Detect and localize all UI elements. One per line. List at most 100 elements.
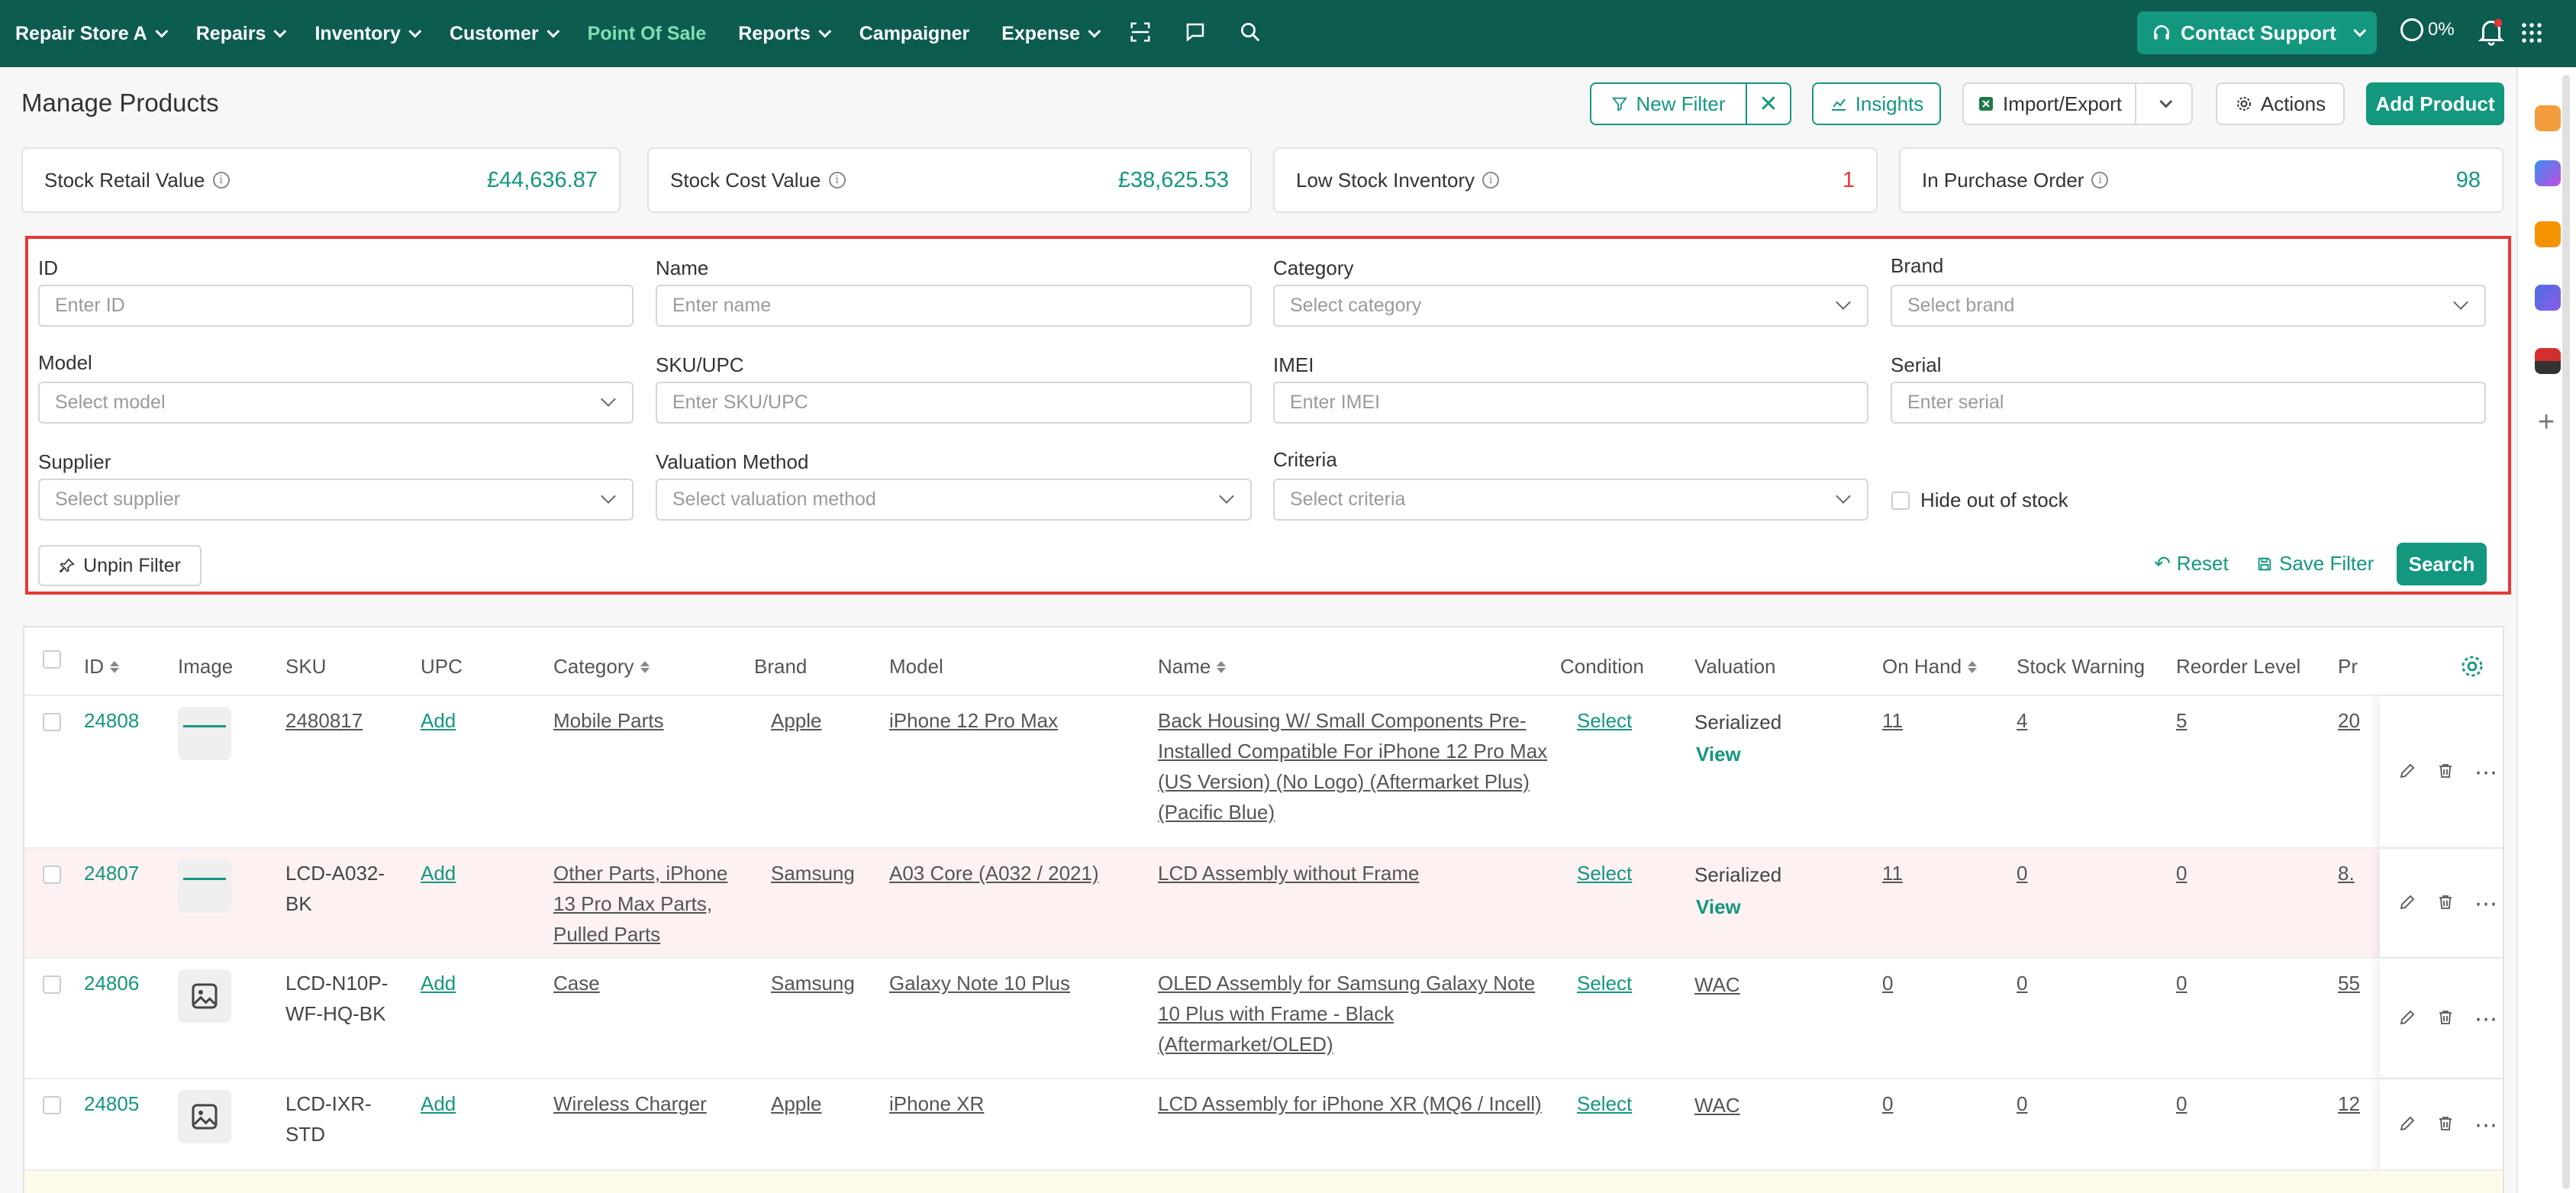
more-options-icon[interactable]: ⋯ bbox=[2474, 1006, 2498, 1033]
product-id-link[interactable]: 24805 bbox=[84, 1088, 139, 1119]
progress-indicator[interactable]: 0% bbox=[2400, 18, 2455, 41]
reorder-level-link[interactable]: 5 bbox=[2176, 705, 2187, 736]
import-export-dropdown[interactable] bbox=[2135, 82, 2193, 125]
contact-support-button[interactable]: Contact Support bbox=[2137, 11, 2377, 54]
add-upc-link[interactable]: Add bbox=[421, 968, 456, 998]
trash-icon[interactable] bbox=[2436, 1114, 2455, 1137]
unpin-filter-button[interactable]: Unpin Filter bbox=[38, 545, 202, 586]
sort-icon[interactable] bbox=[110, 660, 119, 673]
table-settings-button[interactable] bbox=[2459, 653, 2485, 683]
product-name-link[interactable]: LCD Assembly without Frame bbox=[1158, 858, 1555, 888]
condition-select-link[interactable]: Select bbox=[1577, 968, 1632, 998]
category-link[interactable]: Other Parts, iPhone 13 Pro Max Parts, Pu… bbox=[553, 858, 744, 950]
imei-input[interactable]: Enter IMEI bbox=[1273, 382, 1868, 424]
shield-icon[interactable] bbox=[2535, 285, 2561, 311]
select-all-checkbox[interactable] bbox=[43, 650, 61, 669]
info-icon[interactable]: i bbox=[2091, 172, 2109, 189]
nav-item-customer[interactable]: Customer bbox=[450, 23, 559, 45]
sort-icon[interactable] bbox=[640, 660, 650, 673]
condition-select-link[interactable]: Select bbox=[1577, 705, 1632, 736]
reorder-level-link[interactable]: 0 bbox=[2176, 968, 2187, 998]
column-header-name[interactable]: Name bbox=[1158, 655, 1227, 679]
on-hand-link[interactable]: 0 bbox=[1882, 968, 1893, 998]
column-header-id[interactable]: ID bbox=[84, 655, 119, 679]
stock-warning-link[interactable]: 0 bbox=[2017, 968, 2027, 998]
message-button[interactable] bbox=[1184, 21, 1207, 47]
clear-filter-button[interactable]: ✕ bbox=[1746, 82, 1791, 125]
chat-bubbles-icon[interactable] bbox=[2535, 160, 2561, 186]
column-header-category[interactable]: Category bbox=[553, 655, 650, 679]
info-icon[interactable]: i bbox=[212, 172, 230, 189]
category-link[interactable]: Wireless Charger bbox=[553, 1088, 744, 1119]
add-icon[interactable]: + bbox=[2538, 408, 2555, 437]
id-input[interactable]: Enter ID bbox=[38, 285, 634, 327]
edit-icon[interactable] bbox=[2398, 762, 2416, 784]
stock-warning-link[interactable]: 0 bbox=[2017, 1088, 2027, 1119]
add-upc-link[interactable]: Add bbox=[421, 1088, 456, 1119]
model-link[interactable]: iPhone XR bbox=[889, 1088, 1141, 1119]
add-upc-link[interactable]: Add bbox=[421, 858, 456, 888]
info-icon[interactable]: i bbox=[828, 172, 846, 189]
search-button[interactable] bbox=[1239, 21, 1262, 47]
product-name-link[interactable]: OLED Assembly for Samsung Galaxy Note 10… bbox=[1158, 968, 1555, 1059]
table-row[interactable]: 24808 2480817 Add Mobile Parts Apple iPhone 1… bbox=[24, 695, 2503, 849]
search-button[interactable]: Search bbox=[2397, 543, 2487, 585]
stock-warning-link[interactable]: 0 bbox=[2017, 858, 2027, 888]
price-value[interactable]: 12 bbox=[2338, 1088, 2360, 1119]
brand-link[interactable]: Apple bbox=[771, 705, 822, 736]
table-row[interactable]: 24805 LCD-IXR-STD Add Wireless Charger Apple… bbox=[24, 1078, 2503, 1171]
product-id-link[interactable]: 24806 bbox=[84, 968, 139, 998]
sku-input[interactable]: Enter SKU/UPC bbox=[656, 382, 1252, 424]
view-serials-link[interactable]: View bbox=[1696, 892, 1741, 922]
criteria-select[interactable]: Select criteria bbox=[1273, 479, 1868, 521]
save-filter-button[interactable]: Save Filter bbox=[2256, 552, 2374, 576]
supplier-select[interactable]: Select supplier bbox=[38, 479, 634, 521]
more-options-icon[interactable]: ⋯ bbox=[2474, 759, 2498, 786]
apps-menu-button[interactable] bbox=[2520, 21, 2543, 48]
product-id-link[interactable]: 24808 bbox=[84, 705, 139, 736]
model-select[interactable]: Select model bbox=[38, 382, 634, 424]
model-link[interactable]: iPhone 12 Pro Max bbox=[889, 705, 1141, 736]
nav-item-campaigner[interactable]: Campaigner bbox=[859, 23, 969, 45]
category-link[interactable]: Case bbox=[553, 968, 744, 998]
document-icon[interactable] bbox=[2535, 348, 2561, 374]
model-link[interactable]: A03 Core (A032 / 2021) bbox=[889, 858, 1141, 888]
brand-link[interactable]: Samsung bbox=[771, 968, 855, 998]
nav-item-expense[interactable]: Expense bbox=[1001, 23, 1101, 45]
scrollbar[interactable] bbox=[2562, 75, 2570, 1189]
add-product-button[interactable]: Add Product bbox=[2366, 82, 2504, 125]
row-checkbox[interactable] bbox=[43, 975, 61, 994]
product-name-link[interactable]: LCD Assembly for iPhone XR (MQ6 / Incell… bbox=[1158, 1088, 1555, 1119]
stock-warning-link[interactable]: 4 bbox=[2017, 705, 2027, 736]
nav-item-inventory[interactable]: Inventory bbox=[314, 23, 422, 45]
product-name-link[interactable]: Back Housing W/ Small Components Pre-Ins… bbox=[1158, 705, 1555, 827]
reorder-level-link[interactable]: 0 bbox=[2176, 1088, 2187, 1119]
insights-button[interactable]: Insights bbox=[1812, 82, 1941, 125]
hide-out-of-stock-checkbox[interactable]: Hide out of stock bbox=[1891, 488, 2068, 512]
nav-item-reports[interactable]: Reports bbox=[738, 23, 832, 45]
on-hand-link[interactable]: 0 bbox=[1882, 1088, 1893, 1119]
valuation-value[interactable]: WAC bbox=[1694, 969, 1740, 1000]
category-select[interactable]: Select category bbox=[1273, 285, 1868, 327]
nav-item-repair-store-a[interactable]: Repair Store A bbox=[15, 23, 169, 45]
notifications-button[interactable] bbox=[2478, 17, 2505, 51]
more-options-icon[interactable]: ⋯ bbox=[2474, 891, 2498, 917]
reset-button[interactable]: ↶ Reset bbox=[2154, 552, 2229, 576]
brand-link[interactable]: Samsung bbox=[771, 858, 855, 888]
import-export-button[interactable]: Import/Export bbox=[1962, 82, 2136, 125]
add-upc-link[interactable]: Add bbox=[421, 705, 456, 736]
price-value[interactable]: 8. bbox=[2338, 858, 2355, 888]
on-hand-link[interactable]: 11 bbox=[1882, 705, 1903, 736]
scan-button[interactable] bbox=[1129, 21, 1152, 47]
row-checkbox[interactable] bbox=[43, 1096, 61, 1114]
table-row[interactable]: 24806 LCD-N10P-WF-HQ-BK Add Case Samsung Gala… bbox=[24, 957, 2503, 1079]
price-value[interactable]: 55 bbox=[2338, 968, 2360, 998]
view-serials-link[interactable]: View bbox=[1696, 739, 1741, 769]
nav-item-point-of-sale[interactable]: Point Of Sale bbox=[588, 23, 707, 45]
actions-button[interactable]: Actions bbox=[2216, 82, 2345, 125]
sku-value[interactable]: 2480817 bbox=[285, 705, 400, 736]
trash-icon[interactable] bbox=[2436, 1008, 2455, 1030]
valuation-select[interactable]: Select valuation method bbox=[656, 479, 1252, 521]
name-input[interactable]: Enter name bbox=[656, 285, 1252, 327]
valuation-value[interactable]: WAC bbox=[1694, 1090, 1740, 1120]
